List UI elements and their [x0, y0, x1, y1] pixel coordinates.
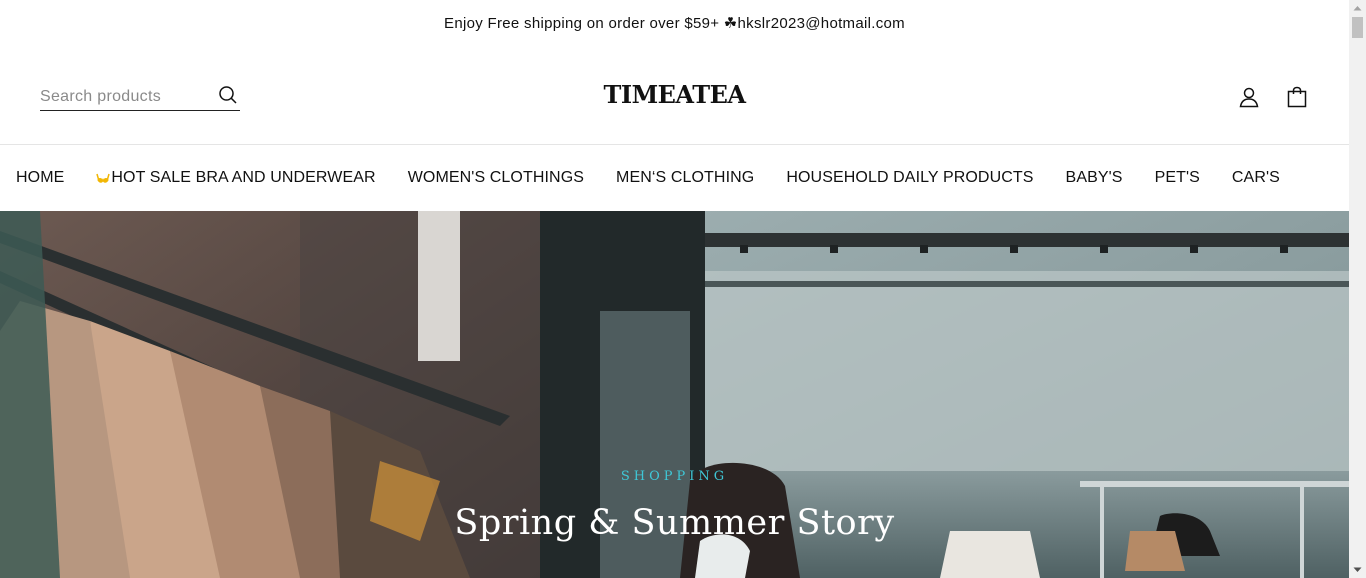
site-logo[interactable]: TIMEATEA: [603, 80, 746, 109]
page-scrollbar[interactable]: [1349, 0, 1366, 578]
scroll-up-arrow-icon[interactable]: [1349, 0, 1366, 17]
main-navigation: HOME HOT SALE BRA AND UNDERWEAR WOMEN'S …: [0, 145, 1349, 211]
search-input[interactable]: [40, 83, 210, 110]
nav-item-label: WOMEN'S CLOTHINGS: [407, 169, 585, 186]
nav-item-label: HOT SALE BRA AND UNDERWEAR: [111, 169, 376, 186]
nav-item-label: PET'S: [1154, 169, 1200, 186]
nav-item-womens-clothings[interactable]: WOMEN'S CLOTHINGS: [408, 169, 584, 187]
search-form: [40, 83, 240, 111]
nav-item-babys[interactable]: BABY'S: [1066, 169, 1123, 187]
hero-title: Spring & Summer Story: [454, 503, 895, 543]
nav-item-cars[interactable]: CAR'S: [1232, 169, 1280, 187]
site-header: TIMEATEA: [0, 46, 1349, 145]
shopping-bag-icon[interactable]: [1285, 85, 1309, 109]
announcement-bar: Enjoy Free shipping on order over $59+ ☘…: [0, 0, 1349, 46]
search-icon[interactable]: [218, 85, 238, 105]
account-icon[interactable]: [1237, 85, 1261, 109]
hero-banner: SHOPPING Spring & Summer Story: [0, 211, 1349, 578]
nav-item-home[interactable]: HOME: [16, 169, 64, 187]
nav-item-pets[interactable]: PET'S: [1155, 169, 1200, 187]
scroll-down-arrow-icon[interactable]: [1349, 561, 1366, 578]
nav-item-label: BABY'S: [1065, 169, 1123, 186]
nav-item-label: HOME: [16, 169, 65, 186]
announcement-text: Enjoy Free shipping on order over $59+ ☘…: [444, 15, 905, 32]
hero-subtitle: SHOPPING: [620, 469, 729, 484]
nav-item-label: HOUSEHOLD DAILY PRODUCTS: [786, 169, 1034, 186]
nav-item-hot-sale-bra[interactable]: HOT SALE BRA AND UNDERWEAR: [96, 169, 376, 187]
nav-item-label: CAR'S: [1231, 169, 1280, 186]
nav-item-household-daily-products[interactable]: HOUSEHOLD DAILY PRODUCTS: [786, 169, 1033, 187]
nav-item-label: MEN‘S CLOTHING: [616, 169, 755, 186]
nav-item-mens-clothing[interactable]: MEN‘S CLOTHING: [616, 169, 754, 187]
bra-icon: [96, 170, 111, 186]
scrollbar-thumb[interactable]: [1352, 17, 1363, 38]
